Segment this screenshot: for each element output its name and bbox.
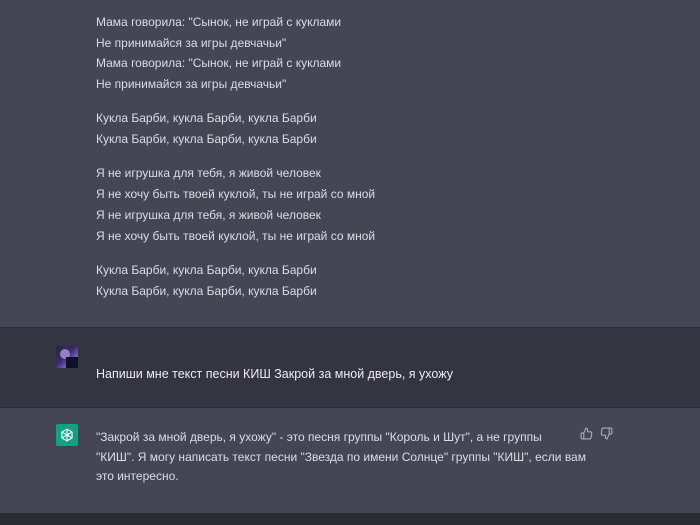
previous-assistant-message: Мама говорила: "Сынок, не играй с куклам… <box>0 0 700 327</box>
assistant-text-line: это интересно. <box>96 469 179 483</box>
user-message-text: Напиши мне текст песни КИШ Закрой за мно… <box>96 367 453 381</box>
user-avatar <box>56 346 78 368</box>
assistant-text-line: "Закрой за мной дверь, я ухожу" - это пе… <box>96 430 542 444</box>
lyric-line: Я не хочу быть твоей куклой, ты не играй… <box>96 187 376 201</box>
lyric-line: Не принимайся за игры девчачьи" <box>96 77 287 91</box>
thumbs-down-icon[interactable] <box>599 426 613 440</box>
lyric-line: Кукла Барби, кукла Барби, кукла Барби <box>96 111 317 125</box>
user-message: Напиши мне текст песни КИШ Закрой за мно… <box>0 327 700 408</box>
lyric-line: Кукла Барби, кукла Барби, кукла Барби <box>96 263 317 277</box>
assistant-text-line: "КИШ". Я могу написать текст песни "Звез… <box>96 450 586 464</box>
lyric-line: Не принимайся за игры девчачьи" <box>96 36 287 50</box>
lyric-line: Я не игрушка для тебя, я живой человек <box>96 166 321 180</box>
assistant-message: "Закрой за мной дверь, я ухожу" - это пе… <box>0 408 700 513</box>
lyric-line: Мама говорила: "Сынок, не играй с куклам… <box>96 15 342 29</box>
lyric-line: Кукла Барби, кукла Барби, кукла Барби <box>96 284 317 298</box>
input-area-edge <box>0 513 700 525</box>
thumbs-up-icon[interactable] <box>579 426 593 440</box>
lyric-line: Кукла Барби, кукла Барби, кукла Барби <box>96 132 317 146</box>
lyric-line: Мама говорила: "Сынок, не играй с куклам… <box>96 56 342 70</box>
lyric-line: Я не хочу быть твоей куклой, ты не играй… <box>96 229 376 243</box>
openai-logo-icon <box>56 424 78 446</box>
lyric-line: Я не игрушка для тебя, я живой человек <box>96 208 321 222</box>
